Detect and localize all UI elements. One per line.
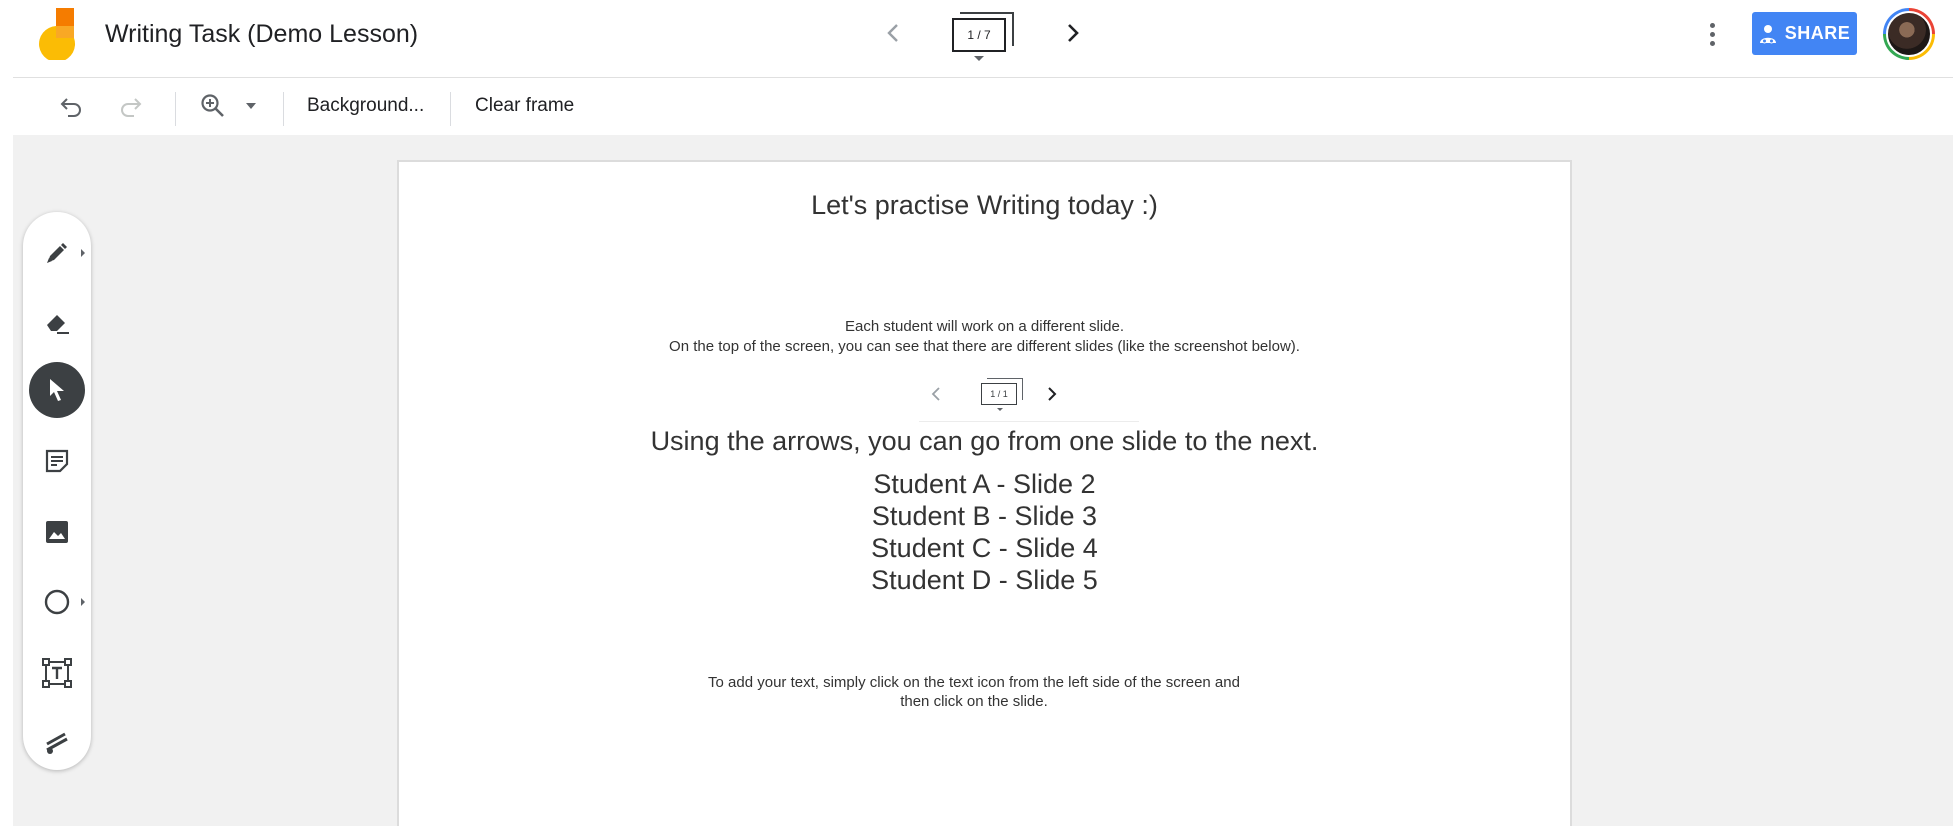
tool-palette bbox=[23, 212, 91, 770]
eraser-icon bbox=[47, 315, 69, 334]
laser-icon bbox=[46, 732, 68, 754]
slide-instruction-2: On the top of the screen, you can see th… bbox=[669, 338, 1300, 355]
clear-frame-button[interactable]: Clear frame bbox=[475, 88, 574, 124]
image-tool[interactable] bbox=[29, 504, 85, 560]
next-frame-button[interactable] bbox=[1058, 16, 1088, 50]
cursor-icon bbox=[50, 379, 64, 401]
chevron-right-icon bbox=[1048, 387, 1057, 401]
app-bar: Writing Task (Demo Lesson) 1 / 7 SHARE bbox=[0, 0, 1960, 77]
slide-instruction-1: Each student will work on a different sl… bbox=[844, 318, 1125, 335]
toolbar-divider bbox=[175, 92, 176, 126]
person-share-icon bbox=[1759, 24, 1776, 43]
circle-icon bbox=[44, 589, 70, 615]
mini-frame-indicator: 1 / 1 bbox=[979, 378, 1025, 411]
jam-frame[interactable]: Let's practise Writing today :) Each stu… bbox=[397, 160, 1572, 826]
redo-icon bbox=[121, 98, 142, 117]
more-options-button[interactable] bbox=[1698, 14, 1726, 54]
more-vert-dot bbox=[1709, 31, 1715, 37]
zoom-in-icon bbox=[201, 94, 224, 117]
sticky-note-tool[interactable] bbox=[29, 433, 85, 489]
undo-icon bbox=[60, 98, 81, 117]
share-label: SHARE bbox=[1784, 23, 1851, 43]
text-tool[interactable] bbox=[29, 645, 85, 701]
sticky-note-icon bbox=[45, 449, 69, 473]
list-item: Student C - Slide 4 bbox=[871, 533, 1098, 563]
redo-button[interactable] bbox=[113, 88, 149, 124]
undo-button[interactable] bbox=[53, 88, 89, 124]
select-tool[interactable] bbox=[29, 362, 85, 418]
pen-tool[interactable] bbox=[29, 225, 85, 281]
jamboard-logo bbox=[39, 8, 76, 60]
more-vert-dot bbox=[1709, 40, 1715, 46]
zoom-dropdown-button[interactable] bbox=[241, 88, 261, 124]
eraser-tool[interactable] bbox=[29, 294, 85, 350]
slide-footer-2: then click on the slide. bbox=[900, 693, 1048, 710]
image-icon bbox=[46, 521, 68, 543]
pen-icon bbox=[47, 243, 67, 263]
chevron-left-icon bbox=[887, 24, 898, 42]
zoom-button[interactable] bbox=[195, 88, 231, 124]
background-button[interactable]: Background... bbox=[307, 88, 424, 124]
chevron-left-icon bbox=[931, 387, 940, 401]
frame-indicator[interactable]: 1 / 7 bbox=[950, 10, 1018, 62]
avatar[interactable] bbox=[1883, 8, 1935, 60]
list-item: Student B - Slide 3 bbox=[871, 501, 1098, 531]
frame-count: 1 / 7 bbox=[952, 18, 1006, 52]
slide-title: Let's practise Writing today :) bbox=[811, 190, 1158, 220]
mini-frame-count: 1 / 1 bbox=[981, 383, 1017, 405]
laser-tool[interactable] bbox=[29, 714, 85, 770]
avatar-photo bbox=[1886, 11, 1932, 57]
shape-tool[interactable] bbox=[29, 574, 85, 630]
slide-footer-1: To add your text, simply click on the te… bbox=[708, 674, 1240, 691]
caret-down-icon bbox=[974, 56, 984, 61]
more-vert-icon bbox=[1709, 22, 1715, 28]
caret-right-icon bbox=[81, 249, 85, 257]
chevron-right-icon bbox=[1068, 24, 1079, 42]
previous-frame-button[interactable] bbox=[878, 16, 908, 50]
document-title[interactable]: Writing Task (Demo Lesson) bbox=[105, 20, 418, 49]
caret-down-icon bbox=[997, 408, 1003, 411]
caret-right-icon bbox=[81, 598, 85, 606]
toolbar: Background... Clear frame bbox=[13, 77, 1953, 135]
student-list: Student A - Slide 2 Student B - Slide 3 … bbox=[399, 468, 1570, 596]
frame-nav-screenshot: 1 / 1 bbox=[919, 372, 1139, 422]
caret-down-icon bbox=[246, 103, 256, 109]
list-item: Student D - Slide 5 bbox=[871, 565, 1098, 595]
toolbar-divider bbox=[283, 92, 284, 126]
slide-heading: Using the arrows, you can go from one sl… bbox=[650, 426, 1319, 456]
text-box-icon bbox=[42, 658, 72, 688]
list-item: Student A - Slide 2 bbox=[873, 469, 1096, 499]
toolbar-divider bbox=[450, 92, 451, 126]
share-button[interactable]: SHARE bbox=[1752, 12, 1857, 55]
